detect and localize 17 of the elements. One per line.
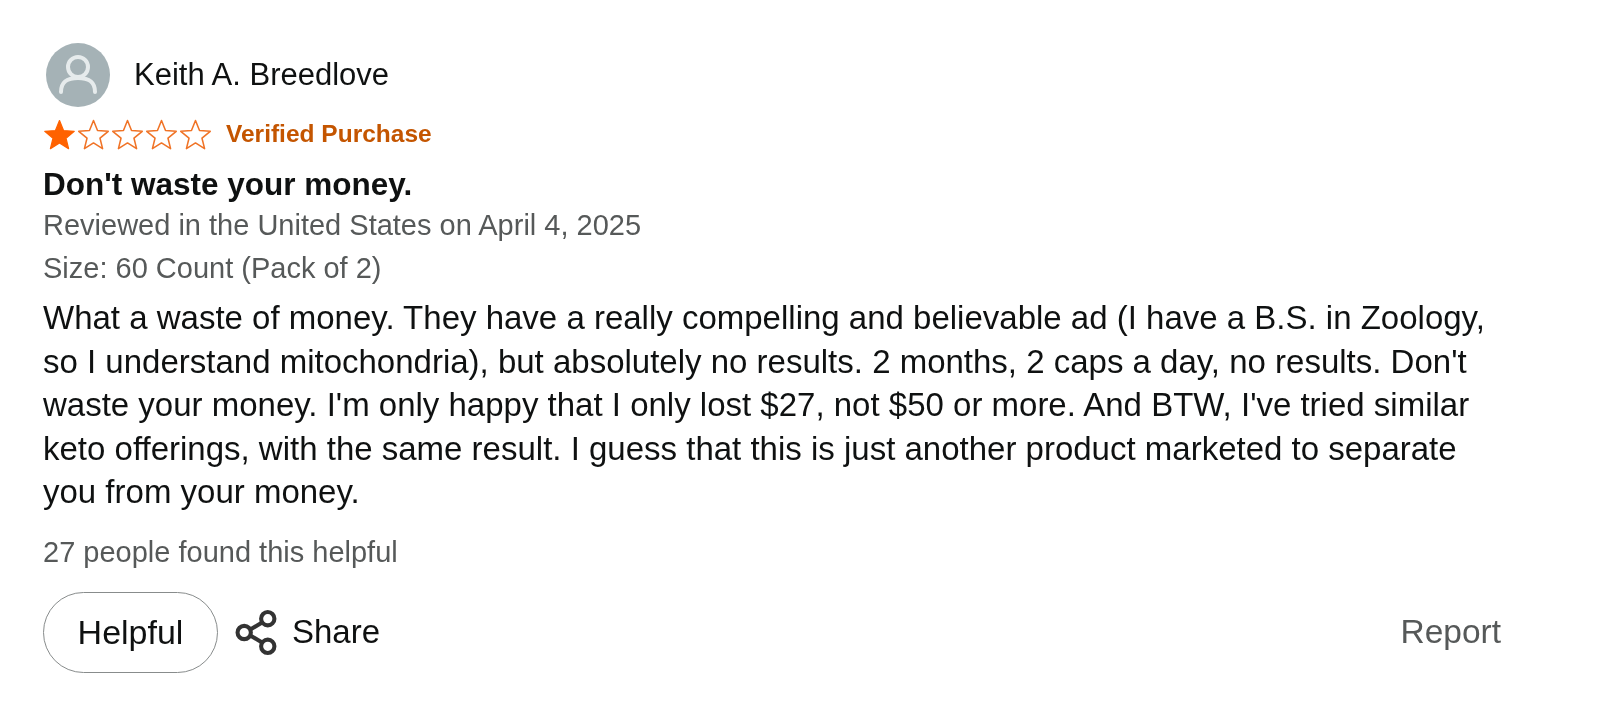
verified-purchase-label: Verified Purchase [226, 120, 432, 148]
star-icon [43, 117, 76, 151]
review-text: What a waste of money. They have a really compelling and believable ad (I have a B.S. in Zoology, so I understand mitochondria), but absolutely no results. 2 months, 2 caps a day, no results. Don't waste your money. I'm only happy that I only lost $27, not $50 or more. And BTW, I've tried similar keto offerings, with the same result. I guess that this is just another product marketed to separate you from your money. [43, 298, 1486, 512]
report-link[interactable]: Report [1400, 613, 1501, 651]
avatar-icon [46, 43, 110, 107]
star-icon [111, 117, 144, 151]
helpful-button[interactable]: Helpful [43, 591, 218, 673]
star-icon [179, 117, 212, 151]
helpful-count: 27 people found this helpful [43, 534, 399, 570]
reviewer-name: Keith A. Breedlove [134, 56, 390, 94]
star-icon [77, 117, 110, 151]
review-date: Reviewed in the United States on April 4, 2025 [43, 208, 643, 243]
star-icon [145, 117, 178, 151]
share-icon [235, 608, 278, 656]
review-title: Don't waste your money. [43, 165, 414, 204]
share-button[interactable]: Share [235, 608, 381, 656]
product-variant: Size: 60 Count (Pack of 2) [43, 251, 383, 286]
